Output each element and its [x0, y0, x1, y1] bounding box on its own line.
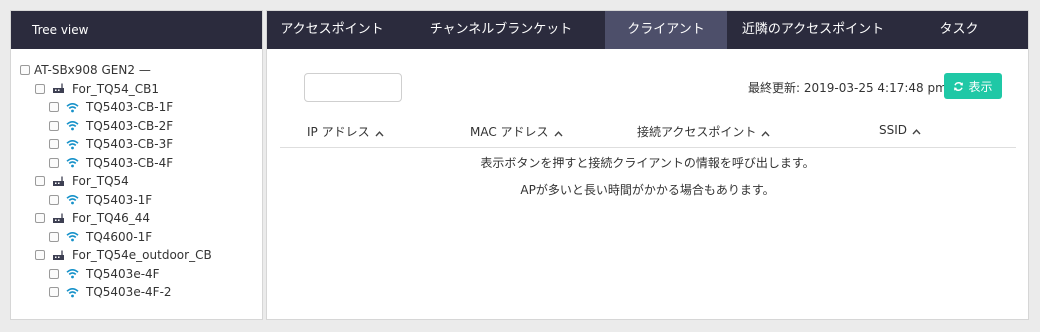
wifi-icon	[66, 231, 79, 242]
tab-access-points[interactable]: アクセスポイント	[267, 11, 397, 49]
checkbox[interactable]	[49, 231, 59, 242]
tree-header: Tree view	[11, 11, 262, 49]
tree-ap-label[interactable]: TQ5403-CB-3F	[86, 137, 173, 151]
search-input[interactable]	[304, 73, 402, 102]
tree-group-label[interactable]: For_TQ54_CB1	[72, 82, 159, 96]
tree-root-label[interactable]: AT-SBx908 GEN2 —	[34, 63, 151, 77]
column-header-access-point[interactable]: 接続アクセスポイント	[637, 123, 770, 140]
tree-group-label[interactable]: For_TQ46_44	[72, 211, 150, 225]
refresh-icon	[954, 81, 964, 91]
chevron-up-icon[interactable]	[761, 126, 770, 140]
tree-ap[interactable]: TQ5403e-4F	[11, 265, 262, 284]
tree-group[interactable]: For_TQ54_CB1	[11, 80, 262, 99]
tree-ap-label[interactable]: TQ5403e-4F	[86, 267, 160, 281]
checkbox[interactable]	[35, 250, 45, 261]
tree-ap-label[interactable]: TQ5403-1F	[86, 193, 152, 207]
checkbox[interactable]	[20, 65, 30, 76]
chevron-up-icon[interactable]	[912, 124, 921, 138]
switch-icon	[52, 250, 65, 261]
tree-group-label[interactable]: For_TQ54e_outdoor_CB	[72, 248, 212, 262]
column-header-ip[interactable]: IP アドレス	[307, 123, 384, 140]
wifi-icon	[66, 287, 79, 298]
tree-ap-label[interactable]: TQ5403-CB-2F	[86, 119, 173, 133]
switch-icon	[52, 83, 65, 94]
tree-ap-label[interactable]: TQ5403e-4F-2	[86, 285, 172, 299]
table-divider	[280, 147, 1016, 148]
tree-group-label[interactable]: For_TQ54	[72, 174, 129, 188]
tab-bar: アクセスポイント チャンネルブランケット クライアント 近隣のアクセスポイント …	[267, 11, 1028, 49]
wifi-icon	[66, 102, 79, 113]
checkbox[interactable]	[35, 213, 45, 224]
tree-ap[interactable]: TQ5403-CB-1F	[11, 98, 262, 117]
checkbox[interactable]	[49, 157, 59, 168]
tree-ap[interactable]: TQ5403e-4F-2	[11, 283, 262, 302]
last-update-label: 最終更新: 2019-03-25 4:17:48 pm	[748, 81, 947, 95]
checkbox[interactable]	[49, 139, 59, 150]
tree-group[interactable]: For_TQ54e_outdoor_CB	[11, 246, 262, 265]
column-header-label[interactable]: SSID	[879, 123, 907, 137]
tree-panel: Tree view AT-SBx908 GEN2 — For_TQ54_CB1 …	[10, 10, 263, 320]
tree-group[interactable]: For_TQ54	[11, 172, 262, 191]
tree-ap[interactable]: TQ5403-1F	[11, 191, 262, 210]
info-message: APが多いと長い時間がかかる場合もあります。	[520, 183, 775, 197]
tab-tasks[interactable]: タスク	[899, 11, 1019, 49]
chevron-up-icon[interactable]	[375, 126, 384, 140]
checkbox[interactable]	[49, 102, 59, 113]
wifi-icon	[66, 194, 79, 205]
column-header-label[interactable]: IP アドレス	[307, 125, 370, 139]
tree-root[interactable]: AT-SBx908 GEN2 —	[11, 61, 262, 80]
show-button[interactable]: 表示	[944, 73, 1002, 99]
tree-ap[interactable]: TQ5403-CB-3F	[11, 135, 262, 154]
wifi-icon	[66, 157, 79, 168]
tree-ap[interactable]: TQ4600-1F	[11, 228, 262, 247]
checkbox[interactable]	[35, 176, 45, 187]
checkbox[interactable]	[35, 83, 45, 94]
tree-ap-label[interactable]: TQ4600-1F	[86, 230, 152, 244]
chevron-up-icon[interactable]	[554, 126, 563, 140]
clients-panel: アクセスポイント チャンネルブランケット クライアント 近隣のアクセスポイント …	[266, 10, 1029, 320]
tree-ap-label[interactable]: TQ5403-CB-4F	[86, 156, 173, 170]
column-header-ssid[interactable]: SSID	[879, 123, 921, 138]
tree-ap-label[interactable]: TQ5403-CB-1F	[86, 100, 173, 114]
switch-icon	[52, 176, 65, 187]
wifi-icon	[66, 139, 79, 150]
column-header-label[interactable]: MAC アドレス	[470, 125, 549, 139]
info-message: 表示ボタンを押すと接続クライアントの情報を呼び出します。	[480, 156, 815, 170]
switch-icon	[52, 213, 65, 224]
tab-neighbor-access-points[interactable]: 近隣のアクセスポイント	[727, 11, 899, 49]
checkbox[interactable]	[49, 194, 59, 205]
tab-channel-blanket[interactable]: チャンネルブランケット	[397, 11, 605, 49]
show-button-label[interactable]: 表示	[968, 78, 992, 95]
checkbox[interactable]	[49, 268, 59, 279]
tree-group[interactable]: For_TQ46_44	[11, 209, 262, 228]
wifi-icon	[66, 268, 79, 279]
wifi-icon	[66, 120, 79, 131]
checkbox[interactable]	[49, 287, 59, 298]
column-header-label[interactable]: 接続アクセスポイント	[637, 125, 756, 139]
checkbox[interactable]	[49, 120, 59, 131]
tree: AT-SBx908 GEN2 — For_TQ54_CB1 TQ5403-CB-…	[11, 49, 262, 302]
tree-ap[interactable]: TQ5403-CB-2F	[11, 117, 262, 136]
tree-ap[interactable]: TQ5403-CB-4F	[11, 154, 262, 173]
column-header-mac[interactable]: MAC アドレス	[470, 123, 563, 140]
tab-clients[interactable]: クライアント	[605, 11, 727, 49]
